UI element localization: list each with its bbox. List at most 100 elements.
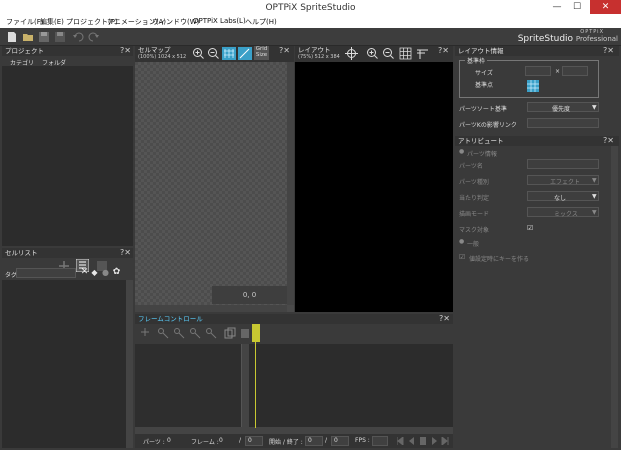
bg-link-input[interactable] <box>527 118 599 128</box>
part-name-input[interactable] <box>527 159 599 169</box>
attribute-scrollbar[interactable] <box>611 146 618 448</box>
key-on-set-checkbox[interactable]: ☑ <box>459 253 465 261</box>
celllist-panel-header: セルリスト ?✕ <box>2 248 133 258</box>
timeline-hscroll[interactable] <box>135 427 453 434</box>
tab-folder[interactable]: フォルダ <box>42 58 66 67</box>
add-part-icon[interactable] <box>139 327 151 339</box>
key-remove-icon[interactable] <box>189 327 201 339</box>
zoom-out-icon[interactable] <box>382 47 395 60</box>
frame-label: フレーム : <box>191 439 219 446</box>
hit-value: なし <box>554 195 567 202</box>
range-end-input[interactable]: 0 <box>331 436 349 446</box>
copy-icon[interactable] <box>224 327 236 339</box>
close-icon[interactable]: ?✕ <box>603 46 614 56</box>
celllist-panel-title: セルリスト <box>5 249 38 257</box>
key-on-set-label: 値設定時にキーを作る <box>469 256 530 263</box>
menu-bar: ファイル(F) 編集(E) プロジェクト(P) アニメーション(A) ウィンドウ… <box>0 16 621 28</box>
part-type-label: パーツ種別 <box>459 179 489 186</box>
tab-category[interactable]: カテゴリ <box>10 58 34 67</box>
close-icon[interactable]: ?✕ <box>120 46 131 56</box>
key-add-icon[interactable] <box>173 327 185 339</box>
size-label: Size <box>255 52 268 58</box>
tag-filter-row: タグ ✕ ◆ ● ✿ <box>2 266 133 279</box>
open-folder-icon[interactable] <box>22 31 34 43</box>
main-toolbar: OPTPiX SpriteStudio Professional <box>0 28 621 46</box>
draw-mode-value: ミックス <box>554 211 578 218</box>
key-copy-icon[interactable] <box>205 327 217 339</box>
draw-mode-select[interactable]: ミックス ▼ <box>527 207 599 218</box>
frame-value: 0 <box>219 437 223 444</box>
hit-select[interactable]: なし ▼ <box>527 191 599 202</box>
part-type-select[interactable]: エフェクト ▼ <box>527 175 599 186</box>
save-icon[interactable] <box>38 31 50 43</box>
cellmap-vscroll[interactable] <box>287 62 294 305</box>
zoom-in-icon[interactable] <box>192 47 205 60</box>
menu-help[interactable]: ヘルプ(H) <box>245 17 277 27</box>
maximize-button[interactable]: ☐ <box>568 0 586 14</box>
celllist-scrollbar[interactable] <box>126 280 133 448</box>
sort-select[interactable]: 優先度 ▼ <box>527 102 599 113</box>
layout-info-header: レイアウト情報 ?✕ <box>455 46 619 56</box>
frame-control-toolbar <box>135 324 453 344</box>
size-times: × <box>555 68 561 75</box>
part-name-label: パーツ名 <box>459 163 483 170</box>
minimize-button[interactable]: — <box>548 0 566 14</box>
layout-info-title: レイアウト情報 <box>458 47 504 55</box>
title-bar: OPTPiX SpriteStudio — ☐ ✕ <box>0 0 621 16</box>
logo-brand-main: SpriteStudio <box>517 34 574 44</box>
save-all-icon[interactable] <box>54 31 66 43</box>
fps-select[interactable] <box>372 436 388 446</box>
project-panel-header: プロジェクト ?✕ <box>2 46 133 56</box>
close-window-button[interactable]: ✕ <box>590 0 621 14</box>
playback-controls[interactable] <box>397 437 449 445</box>
menu-edit[interactable]: 編集(E) <box>40 17 64 27</box>
size-width-input[interactable] <box>525 66 551 76</box>
grid-size-button[interactable]: Grid Size <box>254 46 269 60</box>
frame-group-title: 基準枠 <box>465 56 488 65</box>
bg-link-label: パーツKの影響リンク <box>459 122 517 129</box>
undo-icon[interactable] <box>72 31 84 43</box>
mask-checkbox[interactable]: ☑ <box>527 224 533 232</box>
playhead-line <box>255 342 256 428</box>
grid-icon[interactable] <box>222 47 236 60</box>
tag-input[interactable] <box>16 268 76 278</box>
cellmap-panel-header: セルマップ (100%) 1024 x 512 Grid Size ?✕ <box>135 46 294 62</box>
crosshair-icon[interactable] <box>345 47 358 60</box>
close-icon[interactable]: ?✕ <box>438 46 449 56</box>
parts-section-toggle[interactable]: ● <box>459 148 464 155</box>
menu-file[interactable]: ファイル(F) <box>6 17 44 27</box>
redo-icon[interactable] <box>88 31 100 43</box>
cellmap-hscroll[interactable] <box>135 305 287 312</box>
general-section-toggle[interactable]: ● <box>459 238 464 245</box>
cellmap-canvas[interactable]: 0, 0 <box>135 62 294 312</box>
draw-mode-label: 描画モード <box>459 211 490 218</box>
anchor-grid-icon[interactable] <box>527 80 539 92</box>
menu-labs[interactable]: OPTPiX Labs(L) <box>193 17 246 25</box>
attribute-panel: ● パーツ情報 パーツ名 パーツ種別 エフェクト ▼ 当たり判定 なし ▼ 描画… <box>455 146 619 448</box>
close-icon[interactable]: ?✕ <box>120 248 131 258</box>
attribute-header: アトリビュート ?✕ <box>455 136 619 146</box>
close-icon[interactable]: ?✕ <box>279 46 290 56</box>
product-logo: OPTPiX SpriteStudio Professional <box>488 29 618 46</box>
zoom-in-icon[interactable] <box>366 47 379 60</box>
gear-icon[interactable]: ✿ <box>110 266 123 279</box>
frame-total-input[interactable]: 0 <box>245 436 263 446</box>
checker-background <box>135 62 287 305</box>
close-icon[interactable]: ?✕ <box>603 136 614 146</box>
layout-settings-icon[interactable] <box>416 47 429 60</box>
new-file-icon[interactable] <box>6 31 18 43</box>
layout-canvas[interactable] <box>295 62 453 312</box>
range-start-input[interactable]: 0 <box>305 436 323 446</box>
key-icon[interactable] <box>157 327 169 339</box>
grid-snap-icon[interactable] <box>238 47 252 60</box>
close-icon[interactable]: ?✕ <box>439 314 450 324</box>
size-height-input[interactable] <box>562 66 588 76</box>
parts-label: パーツ : <box>143 439 165 446</box>
parts-section-title: パーツ情報 <box>467 151 497 158</box>
timeline-area[interactable] <box>135 344 453 434</box>
zoom-out-icon[interactable] <box>207 47 220 60</box>
playhead-marker[interactable] <box>252 324 260 342</box>
timeline-vscroll[interactable] <box>242 344 249 427</box>
grid-icon[interactable] <box>399 47 412 60</box>
paste-icon[interactable] <box>239 327 251 339</box>
